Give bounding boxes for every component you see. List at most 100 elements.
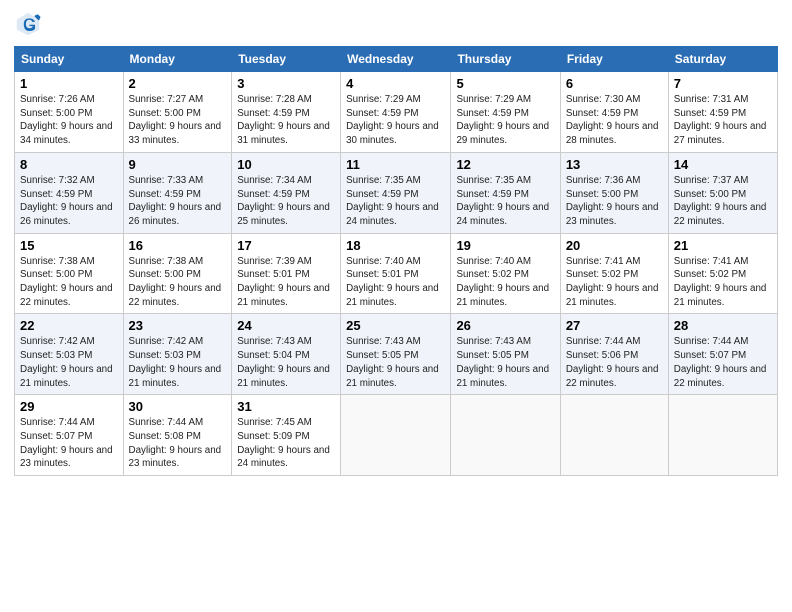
day-info: Sunrise: 7:43 AM Sunset: 5:05 PM Dayligh… (346, 335, 445, 390)
day-number: 3 (237, 76, 335, 91)
day-info: Sunrise: 7:35 AM Sunset: 4:59 PM Dayligh… (456, 174, 554, 229)
day-info: Sunrise: 7:41 AM Sunset: 5:02 PM Dayligh… (674, 255, 772, 310)
day-info: Sunrise: 7:45 AM Sunset: 5:09 PM Dayligh… (237, 416, 335, 471)
day-number: 25 (346, 318, 445, 333)
calendar-cell: 11 Sunrise: 7:35 AM Sunset: 4:59 PM Dayl… (341, 152, 451, 233)
day-number: 9 (129, 157, 227, 172)
day-number: 22 (20, 318, 118, 333)
day-info: Sunrise: 7:35 AM Sunset: 4:59 PM Dayligh… (346, 174, 445, 229)
day-info: Sunrise: 7:37 AM Sunset: 5:00 PM Dayligh… (674, 174, 772, 229)
calendar-week-row: 1 Sunrise: 7:26 AM Sunset: 5:00 PM Dayli… (15, 72, 778, 153)
calendar-cell: 31 Sunrise: 7:45 AM Sunset: 5:09 PM Dayl… (232, 395, 341, 476)
calendar-cell: 9 Sunrise: 7:33 AM Sunset: 4:59 PM Dayli… (123, 152, 232, 233)
day-number: 28 (674, 318, 772, 333)
calendar-cell: 19 Sunrise: 7:40 AM Sunset: 5:02 PM Dayl… (451, 233, 560, 314)
day-number: 14 (674, 157, 772, 172)
day-info: Sunrise: 7:44 AM Sunset: 5:08 PM Dayligh… (129, 416, 227, 471)
day-number: 5 (456, 76, 554, 91)
day-number: 21 (674, 238, 772, 253)
calendar-cell: 20 Sunrise: 7:41 AM Sunset: 5:02 PM Dayl… (560, 233, 668, 314)
calendar-cell: 15 Sunrise: 7:38 AM Sunset: 5:00 PM Dayl… (15, 233, 124, 314)
day-number: 18 (346, 238, 445, 253)
day-info: Sunrise: 7:42 AM Sunset: 5:03 PM Dayligh… (20, 335, 118, 390)
day-number: 23 (129, 318, 227, 333)
day-number: 31 (237, 399, 335, 414)
day-info: Sunrise: 7:34 AM Sunset: 4:59 PM Dayligh… (237, 174, 335, 229)
day-info: Sunrise: 7:36 AM Sunset: 5:00 PM Dayligh… (566, 174, 663, 229)
calendar-cell: 25 Sunrise: 7:43 AM Sunset: 5:05 PM Dayl… (341, 314, 451, 395)
day-number: 2 (129, 76, 227, 91)
day-number: 11 (346, 157, 445, 172)
day-info: Sunrise: 7:40 AM Sunset: 5:01 PM Dayligh… (346, 255, 445, 310)
day-number: 1 (20, 76, 118, 91)
calendar-cell: 22 Sunrise: 7:42 AM Sunset: 5:03 PM Dayl… (15, 314, 124, 395)
calendar-cell: 7 Sunrise: 7:31 AM Sunset: 4:59 PM Dayli… (668, 72, 777, 153)
day-number: 30 (129, 399, 227, 414)
calendar-cell: 24 Sunrise: 7:43 AM Sunset: 5:04 PM Dayl… (232, 314, 341, 395)
day-number: 17 (237, 238, 335, 253)
day-info: Sunrise: 7:44 AM Sunset: 5:06 PM Dayligh… (566, 335, 663, 390)
weekday-header-wednesday: Wednesday (341, 47, 451, 72)
day-number: 6 (566, 76, 663, 91)
weekday-header-monday: Monday (123, 47, 232, 72)
day-info: Sunrise: 7:27 AM Sunset: 5:00 PM Dayligh… (129, 93, 227, 148)
day-number: 15 (20, 238, 118, 253)
calendar-cell: 18 Sunrise: 7:40 AM Sunset: 5:01 PM Dayl… (341, 233, 451, 314)
day-info: Sunrise: 7:30 AM Sunset: 4:59 PM Dayligh… (566, 93, 663, 148)
logo (14, 10, 44, 38)
day-info: Sunrise: 7:40 AM Sunset: 5:02 PM Dayligh… (456, 255, 554, 310)
day-number: 19 (456, 238, 554, 253)
day-info: Sunrise: 7:39 AM Sunset: 5:01 PM Dayligh… (237, 255, 335, 310)
calendar-week-row: 15 Sunrise: 7:38 AM Sunset: 5:00 PM Dayl… (15, 233, 778, 314)
calendar-cell: 3 Sunrise: 7:28 AM Sunset: 4:59 PM Dayli… (232, 72, 341, 153)
day-number: 29 (20, 399, 118, 414)
weekday-header-saturday: Saturday (668, 47, 777, 72)
calendar-cell: 10 Sunrise: 7:34 AM Sunset: 4:59 PM Dayl… (232, 152, 341, 233)
calendar-week-row: 8 Sunrise: 7:32 AM Sunset: 4:59 PM Dayli… (15, 152, 778, 233)
calendar-cell: 8 Sunrise: 7:32 AM Sunset: 4:59 PM Dayli… (15, 152, 124, 233)
day-info: Sunrise: 7:28 AM Sunset: 4:59 PM Dayligh… (237, 93, 335, 148)
calendar-cell (668, 395, 777, 476)
day-info: Sunrise: 7:31 AM Sunset: 4:59 PM Dayligh… (674, 93, 772, 148)
day-info: Sunrise: 7:26 AM Sunset: 5:00 PM Dayligh… (20, 93, 118, 148)
day-number: 26 (456, 318, 554, 333)
calendar-cell: 29 Sunrise: 7:44 AM Sunset: 5:07 PM Dayl… (15, 395, 124, 476)
calendar-week-row: 29 Sunrise: 7:44 AM Sunset: 5:07 PM Dayl… (15, 395, 778, 476)
day-info: Sunrise: 7:43 AM Sunset: 5:04 PM Dayligh… (237, 335, 335, 390)
day-info: Sunrise: 7:41 AM Sunset: 5:02 PM Dayligh… (566, 255, 663, 310)
weekday-header-friday: Friday (560, 47, 668, 72)
day-info: Sunrise: 7:38 AM Sunset: 5:00 PM Dayligh… (20, 255, 118, 310)
day-number: 4 (346, 76, 445, 91)
calendar-cell (451, 395, 560, 476)
header (14, 10, 778, 38)
calendar-cell: 2 Sunrise: 7:27 AM Sunset: 5:00 PM Dayli… (123, 72, 232, 153)
calendar-week-row: 22 Sunrise: 7:42 AM Sunset: 5:03 PM Dayl… (15, 314, 778, 395)
day-number: 24 (237, 318, 335, 333)
day-info: Sunrise: 7:29 AM Sunset: 4:59 PM Dayligh… (346, 93, 445, 148)
calendar-cell: 13 Sunrise: 7:36 AM Sunset: 5:00 PM Dayl… (560, 152, 668, 233)
day-info: Sunrise: 7:33 AM Sunset: 4:59 PM Dayligh… (129, 174, 227, 229)
day-number: 13 (566, 157, 663, 172)
day-info: Sunrise: 7:44 AM Sunset: 5:07 PM Dayligh… (20, 416, 118, 471)
day-info: Sunrise: 7:38 AM Sunset: 5:00 PM Dayligh… (129, 255, 227, 310)
day-number: 20 (566, 238, 663, 253)
calendar-cell: 30 Sunrise: 7:44 AM Sunset: 5:08 PM Dayl… (123, 395, 232, 476)
weekday-header-row: SundayMondayTuesdayWednesdayThursdayFrid… (15, 47, 778, 72)
day-number: 7 (674, 76, 772, 91)
day-info: Sunrise: 7:42 AM Sunset: 5:03 PM Dayligh… (129, 335, 227, 390)
day-number: 27 (566, 318, 663, 333)
calendar-table: SundayMondayTuesdayWednesdayThursdayFrid… (14, 46, 778, 476)
weekday-header-sunday: Sunday (15, 47, 124, 72)
calendar-cell (341, 395, 451, 476)
calendar-cell: 23 Sunrise: 7:42 AM Sunset: 5:03 PM Dayl… (123, 314, 232, 395)
weekday-header-thursday: Thursday (451, 47, 560, 72)
calendar-cell: 14 Sunrise: 7:37 AM Sunset: 5:00 PM Dayl… (668, 152, 777, 233)
calendar-cell: 4 Sunrise: 7:29 AM Sunset: 4:59 PM Dayli… (341, 72, 451, 153)
calendar-cell: 16 Sunrise: 7:38 AM Sunset: 5:00 PM Dayl… (123, 233, 232, 314)
calendar-cell: 5 Sunrise: 7:29 AM Sunset: 4:59 PM Dayli… (451, 72, 560, 153)
logo-icon (14, 10, 42, 38)
calendar-cell: 1 Sunrise: 7:26 AM Sunset: 5:00 PM Dayli… (15, 72, 124, 153)
day-number: 12 (456, 157, 554, 172)
day-number: 10 (237, 157, 335, 172)
page-container: SundayMondayTuesdayWednesdayThursdayFrid… (0, 0, 792, 486)
